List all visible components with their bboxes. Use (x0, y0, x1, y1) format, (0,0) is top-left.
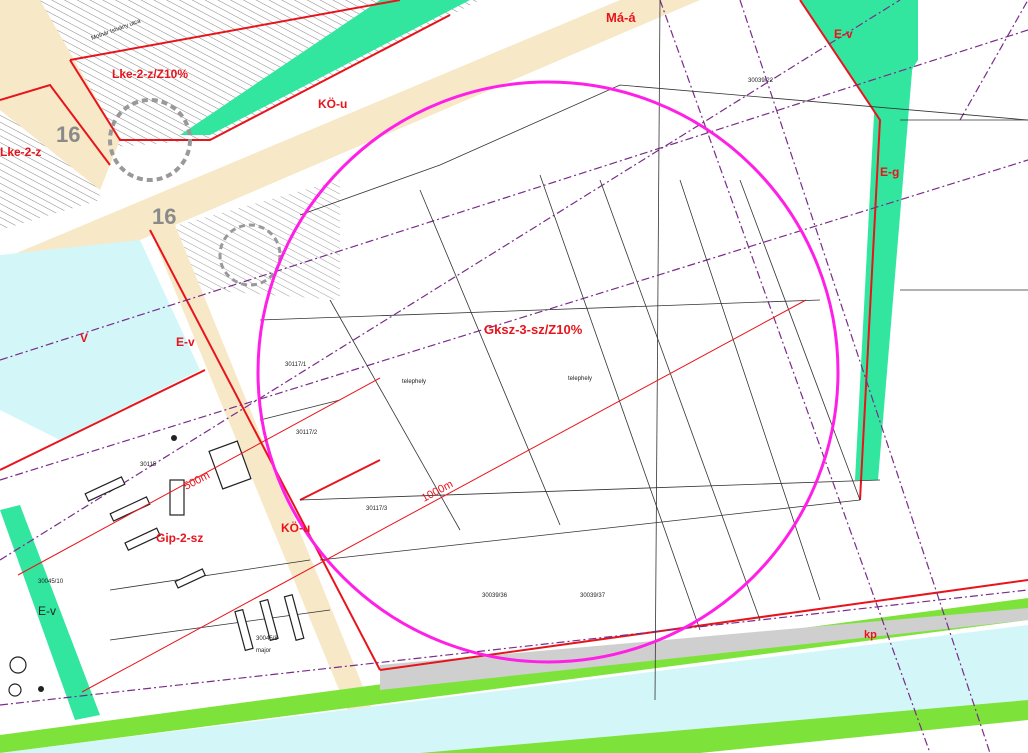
zoning-map: Gksz-3-sz/Z10% Lke-2-z/Z10% Lke-2-z KÖ-u… (0, 0, 1028, 753)
label-30039-36: 30039/36 (482, 593, 508, 599)
zone-label-kp: kp (864, 629, 877, 641)
point-marker (171, 435, 177, 441)
point-marker (38, 686, 44, 692)
label-30115: 30115 (140, 462, 157, 468)
zone-label-lke-top: Lke-2-z/Z10% (112, 67, 188, 81)
label-30039-37: 30039/37 (580, 593, 606, 599)
zone-label-gksz: Gksz-3-sz/Z10% (484, 322, 583, 337)
zone-label-e-g: E-g (880, 165, 899, 179)
label-telephely-1: telephely (402, 379, 426, 385)
zone-label-ko-u-top: KÖ-u (318, 96, 347, 111)
zone-label-lke-left: Lke-2-z (0, 145, 41, 159)
zone-label-e-v-topright: E-v (834, 27, 853, 41)
label-30039-22: 30039/22 (748, 78, 774, 84)
label-30045-10: 30045/10 (38, 579, 64, 585)
zone-label-v: V (80, 331, 88, 345)
road-number-mid: 16 (152, 204, 176, 229)
label-30045-8: 30045/8 (256, 636, 278, 642)
label-30117-1: 30117/1 (285, 362, 307, 368)
zone-label-e-v-mid: E-v (176, 335, 195, 349)
label-30117-3: 30117/3 (366, 506, 388, 512)
zone-label-gip: Gip-2-sz (156, 531, 203, 545)
zone-label-e-v-left: E-v (38, 604, 56, 618)
label-major: major (256, 648, 271, 654)
label-telephely-2: telephely (568, 376, 592, 382)
road-number-top: 16 (56, 122, 80, 147)
zone-label-ko-u-mid: KÖ-u (281, 520, 310, 535)
zone-label-ma-a: Má-á (606, 10, 636, 25)
label-30117-2: 30117/2 (296, 430, 318, 436)
